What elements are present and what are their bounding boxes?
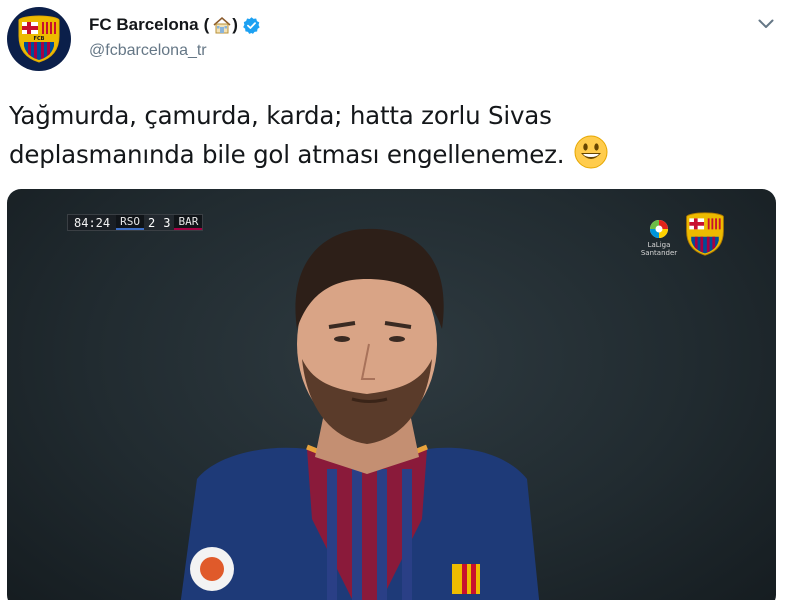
away-score: 3 [159,215,175,230]
home-score: 2 [144,215,160,230]
smiling-face-icon [574,135,608,169]
tweet-body: Yağmurda, çamurda, karda; hatta zorlu Si… [9,101,565,169]
fc-barcelona-crest-icon: FCB [18,15,60,63]
fcb-watermark-icon [686,212,724,256]
house-icon [213,17,231,34]
svg-text:FCB: FCB [34,36,45,42]
video-media[interactable]: 84:24 RSO 2 3 BAR LaLiga Santander [7,189,776,600]
display-name[interactable]: FC Barcelona [89,15,199,35]
avatar[interactable]: FCB [7,7,71,71]
broadcaster-line-1: LaLiga [647,241,671,249]
player-image [180,228,540,600]
broadcaster-line-2: Santander [640,249,678,257]
tweet-text: Yağmurda, çamurda, karda; hatta zorlu Si… [9,97,729,174]
user-handle[interactable]: @fcbarcelona_tr [89,42,207,60]
scoreboard: 84:24 RSO 2 3 BAR [67,214,204,231]
home-team: RSO [116,215,144,230]
broadcaster-text: LaLiga Santander [635,241,683,257]
name-close-paren: ) [232,15,238,34]
match-clock: 84:24 [68,215,117,230]
more-options-button[interactable] [756,14,776,34]
name-open-paren: ( [203,15,210,34]
tweet: FCB FC Barcelona ( ) @fcbarcelona_tr Yağ… [0,0,800,600]
name-row: FC Barcelona ( ) [89,13,261,37]
away-team: BAR [174,215,203,230]
chevron-down-icon [758,19,774,28]
verified-badge-icon [243,16,260,34]
